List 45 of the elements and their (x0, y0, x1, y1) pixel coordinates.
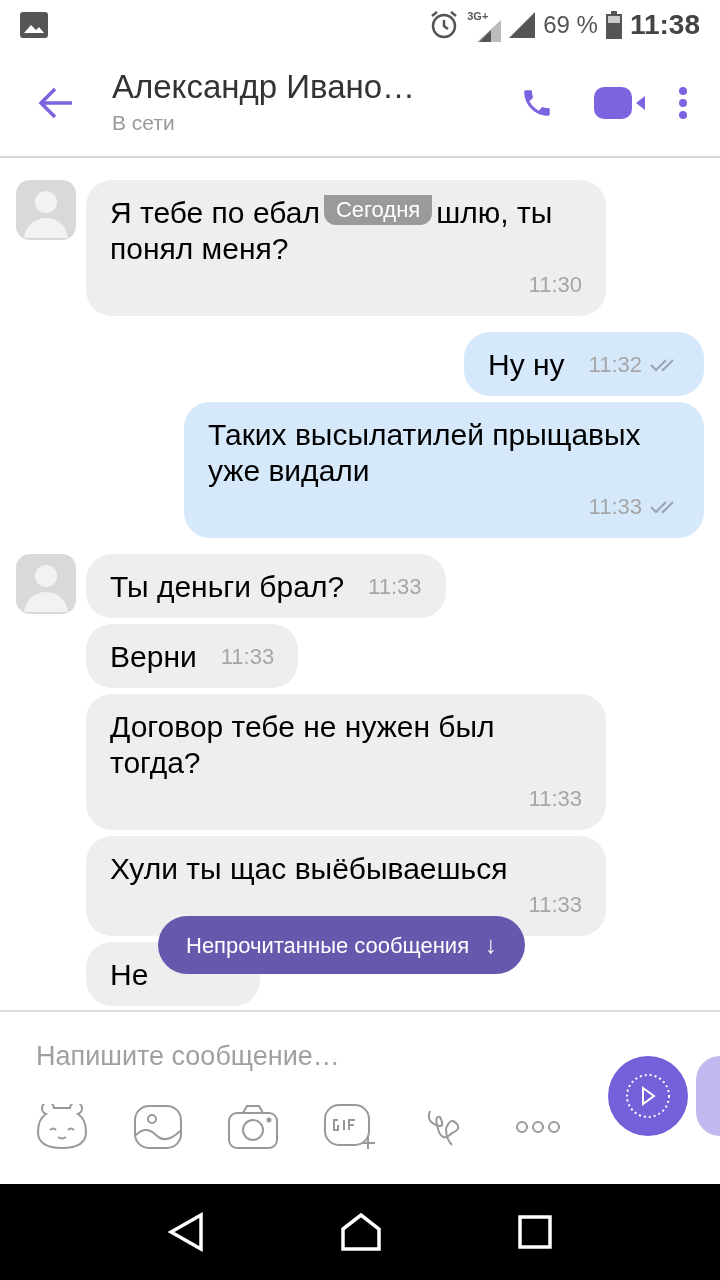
message-text: Хули ты щас выёбываешься (110, 851, 508, 887)
date-label: Сегодня (323, 195, 433, 225)
message-text: Не (110, 957, 149, 993)
message-text: Верни (110, 639, 197, 675)
more-icon (678, 86, 688, 120)
play-icon (625, 1073, 671, 1119)
signal-icon (477, 20, 502, 42)
battery-icon (605, 11, 622, 39)
message-text: Договор тебе не нужен был тогда? (110, 709, 496, 781)
message-text: Ты деньги брал? (110, 569, 345, 605)
message-time: 11:33 (528, 891, 582, 919)
recent-apps-icon[interactable] (517, 1215, 552, 1249)
video-camera-icon (594, 87, 646, 119)
incoming-message-bubble[interactable]: Договор тебе не нужен был тогда? 11:33 (86, 694, 606, 830)
message-text: Таких высылатилей прыщавых уже видали (208, 417, 642, 489)
message-time: 11:32 (588, 351, 642, 379)
contact-name: Александр Ивано… (112, 67, 417, 108)
home-icon[interactable] (341, 1213, 381, 1251)
message-time: 11:33 (588, 493, 642, 521)
message-text: Я тебе по ебал Сегодня шлю, ты понял меня? (110, 195, 554, 267)
signal-icon (509, 12, 536, 38)
incoming-message-bubble[interactable]: Верни 11:33 (86, 624, 299, 688)
message-time: 11:33 (220, 643, 275, 671)
outgoing-message-bubble[interactable]: Таких высылатилей прыщавых уже видали 11:33 (184, 402, 704, 538)
message-input[interactable]: Напишите сообщение… (36, 1032, 556, 1080)
network-type: 3G+ (467, 9, 489, 24)
message-text: Ну ну (488, 347, 565, 383)
camera-icon[interactable] (228, 1105, 278, 1149)
incoming-message-bubble[interactable]: Я тебе по ебал Сегодня шлю, ты понял меня? 11:30 (86, 180, 606, 316)
bear-sticker-icon[interactable] (36, 1104, 88, 1150)
image-icon (20, 12, 48, 38)
voice-button[interactable] (696, 1056, 720, 1136)
back-arrow-icon (38, 87, 74, 119)
clock: 11:38 (629, 8, 700, 42)
gallery-icon[interactable] (134, 1105, 182, 1149)
back-icon[interactable] (168, 1212, 205, 1252)
message-time: 11:33 (368, 573, 422, 601)
unread-messages-button[interactable]: Непрочитанные сообщения ↓ (158, 916, 526, 974)
online-status: В сети (112, 110, 176, 137)
more-icon[interactable] (516, 1121, 560, 1133)
incoming-message-bubble[interactable]: Ты деньги брал? 11:33 (86, 554, 446, 618)
message-time: 11:33 (528, 785, 582, 813)
outgoing-message-bubble[interactable]: Ну ну 11:32 (464, 332, 704, 396)
message-time: 11:30 (528, 271, 582, 299)
battery-percentage: 69 % (543, 10, 598, 40)
